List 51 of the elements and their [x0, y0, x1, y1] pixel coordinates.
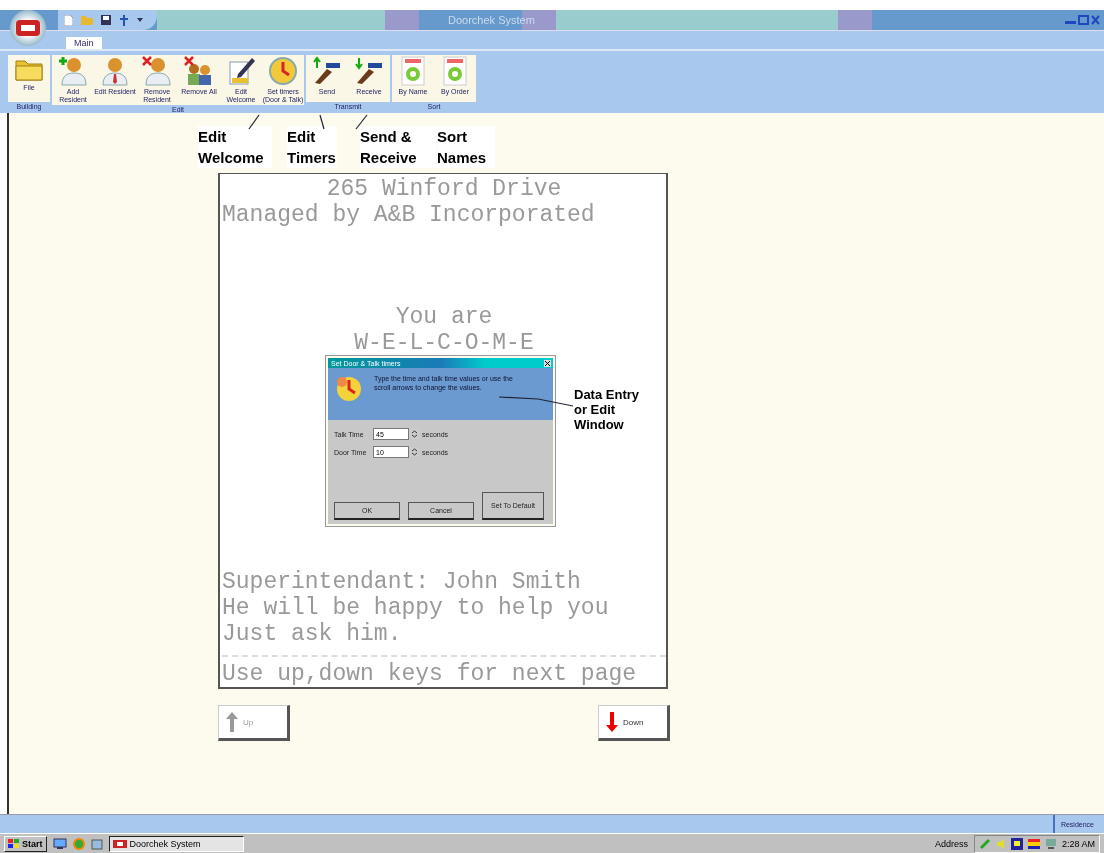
- app-logo-icon: [112, 839, 127, 848]
- up-arrow-icon: [225, 712, 239, 732]
- window-title: Doorchek System: [448, 14, 535, 26]
- plug-icon: [354, 56, 384, 86]
- maximize-icon[interactable]: [1078, 15, 1089, 25]
- start-button[interactable]: Start: [4, 835, 47, 852]
- screen-text: Just ask him.: [222, 621, 403, 647]
- screen-text: Managed by A&B Incorporated: [222, 202, 596, 228]
- app-logo-icon[interactable]: [15, 17, 41, 39]
- ribbon-tab[interactable]: Main: [66, 37, 102, 49]
- clock-icon: [268, 56, 298, 86]
- person-add-icon: [58, 56, 88, 86]
- spin-arrows-icon[interactable]: [410, 447, 419, 457]
- screen-text: 265 Winford Drive: [325, 176, 563, 202]
- new-file-icon[interactable]: [64, 14, 73, 26]
- clock-icon: [334, 374, 364, 404]
- leader-line: [318, 114, 326, 130]
- screen-text: He will be happy to help you: [222, 595, 610, 621]
- callout-label: Edit Timers: [287, 126, 337, 168]
- plug-icon: [312, 56, 342, 86]
- computer-icon[interactable]: [1044, 837, 1057, 850]
- sort-icon: [400, 56, 426, 86]
- flag-icon[interactable]: [1027, 838, 1040, 849]
- address-label: Address: [934, 838, 968, 849]
- screen-text: Use up,down keys for next page: [222, 661, 638, 687]
- close-icon[interactable]: [544, 359, 551, 367]
- screen-text: W-E-L-C-O-M-E: [353, 330, 535, 356]
- pencil-icon: [226, 56, 256, 86]
- callout-label: Send & Receive: [360, 126, 436, 168]
- leader-line: [354, 114, 368, 130]
- person-icon: [100, 56, 130, 86]
- callout-label: Sort Names: [437, 126, 495, 168]
- windows-logo-icon: [8, 838, 20, 849]
- person-remove-icon: [142, 56, 172, 86]
- clock-text: 2:28 AM: [1061, 838, 1095, 849]
- people-remove-icon: [184, 56, 214, 86]
- leader-line: [247, 114, 261, 130]
- spin-arrows-icon[interactable]: [410, 429, 419, 439]
- dropdown-icon[interactable]: [137, 18, 143, 22]
- taskbar-button[interactable]: Doorchek System: [108, 835, 244, 852]
- page-button[interactable]: Down: [598, 705, 670, 741]
- callout-label: Edit Welcome: [198, 126, 272, 168]
- down-arrow-icon: [605, 712, 619, 732]
- callout-label: Data Entry or Edit Window: [574, 387, 641, 432]
- media-icon[interactable]: [90, 837, 103, 850]
- screen-text: You are: [394, 304, 494, 330]
- sort-icon: [442, 56, 468, 86]
- desktop-icon[interactable]: [52, 837, 67, 850]
- save-icon[interactable]: [101, 15, 111, 25]
- monitor-icon[interactable]: [1010, 837, 1023, 850]
- screen-text: Superintendant: John Smith: [222, 569, 582, 595]
